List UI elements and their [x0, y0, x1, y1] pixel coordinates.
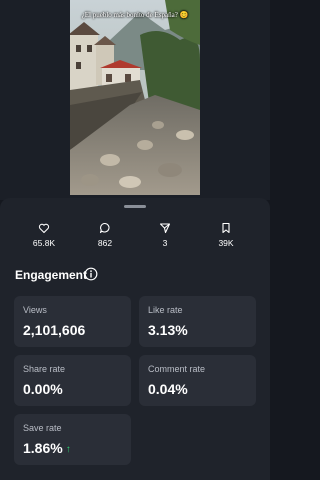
views-card: Views 2,101,606: [14, 296, 131, 347]
share-rate-label: Share rate: [23, 364, 66, 374]
shares-stat[interactable]: 3: [135, 222, 195, 248]
trend-up-icon: ↑: [65, 444, 71, 455]
like-rate-card: Like rate 3.13%: [139, 296, 256, 347]
likes-count: 65.8K: [32, 238, 56, 248]
like-rate-label: Like rate: [148, 305, 183, 315]
video-caption: ¿El pueblo más bonito de España? 😊: [81, 11, 189, 19]
save-rate-value: 1.86%: [23, 440, 63, 456]
comment-rate-card: Comment rate 0.04%: [139, 355, 256, 406]
comment-rate-label: Comment rate: [148, 364, 206, 374]
drag-handle[interactable]: [124, 205, 146, 208]
comments-count: 862: [97, 238, 113, 248]
share-rate-value: 0.00%: [23, 381, 63, 397]
bookmark-icon: [222, 222, 230, 234]
share-rate-card: Share rate 0.00%: [14, 355, 131, 406]
likes-stat[interactable]: 65.8K: [14, 222, 74, 248]
save-rate-label: Save rate: [23, 423, 62, 433]
shares-count: 3: [162, 238, 168, 248]
heart-icon: [38, 223, 50, 234]
video-area: ¿El pueblo más bonito de España? 😊: [0, 0, 270, 200]
comment-rate-value: 0.04%: [148, 381, 188, 397]
views-value: 2,101,606: [23, 322, 86, 338]
save-rate-card: Save rate 1.86% ↑: [14, 414, 131, 465]
save-rate-value-row: 1.86% ↑: [23, 440, 71, 456]
send-icon: [159, 223, 171, 234]
info-icon[interactable]: [84, 267, 98, 281]
saves-count: 39K: [218, 238, 234, 248]
video-thumbnail[interactable]: ¿El pueblo más bonito de España? 😊: [70, 0, 200, 195]
saves-stat[interactable]: 39K: [196, 222, 256, 248]
engagement-title: Engagement: [15, 268, 88, 282]
analytics-sheet: 65.8K 862 3 39K Engagement Views 2,101,6…: [0, 198, 270, 480]
comments-stat[interactable]: 862: [75, 222, 135, 248]
comment-icon: [99, 222, 110, 234]
stats-row: 65.8K 862 3 39K: [0, 222, 270, 252]
village-river-image: [70, 0, 200, 195]
views-label: Views: [23, 305, 47, 315]
like-rate-value: 3.13%: [148, 322, 188, 338]
